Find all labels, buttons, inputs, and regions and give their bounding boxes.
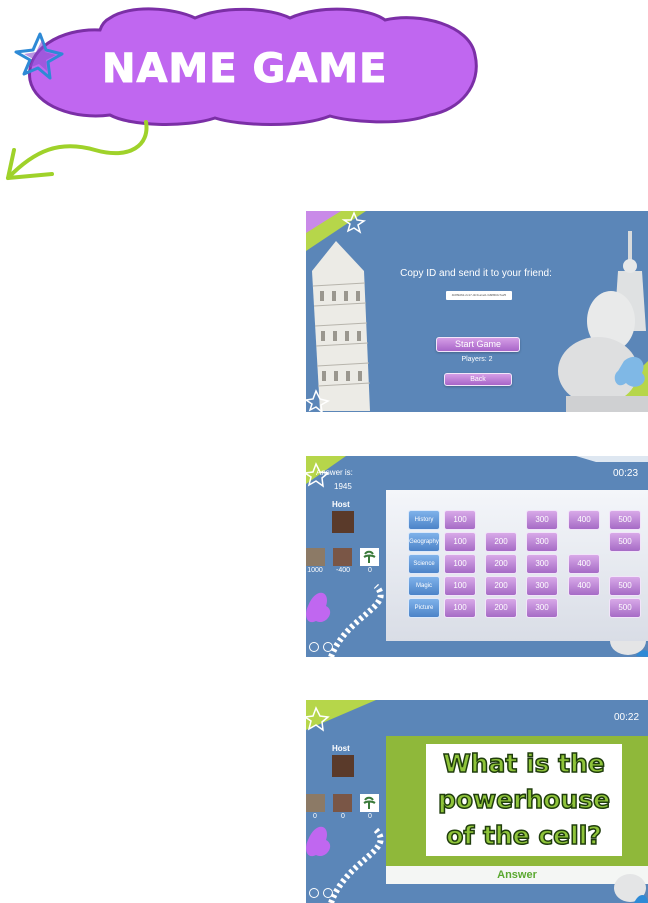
question-screen: 00:22 Host 0 0 0 What is the powerhouse … (306, 700, 648, 903)
value-tile[interactable]: 500 (609, 598, 641, 618)
value-tile[interactable]: 300 (526, 532, 558, 552)
player-score: 0 (341, 813, 345, 820)
player-avatar (360, 794, 379, 812)
value-tile[interactable]: 100 (444, 598, 476, 618)
category-picture: Picture (408, 598, 440, 618)
category-geography: Geography (408, 532, 440, 552)
player-avatar (333, 548, 352, 566)
value-tile[interactable]: 200 (485, 532, 517, 552)
value-tile[interactable]: 500 (609, 510, 641, 530)
sound-icon[interactable] (323, 888, 333, 898)
player-score: -400 (335, 567, 350, 574)
player-score: 0 (368, 813, 372, 820)
lobby-screen: Copy ID and send it to your friend: 4b8f… (306, 211, 648, 412)
category-history: History (408, 510, 440, 530)
start-game-button[interactable]: Start Game (436, 337, 520, 352)
statue-image (614, 874, 648, 903)
player-score: 0 (368, 567, 372, 574)
value-tile[interactable]: 100 (444, 532, 476, 552)
answer-label: Answer is: (316, 468, 353, 477)
host-avatar (332, 511, 354, 533)
sound-icon[interactable] (323, 642, 333, 652)
back-button[interactable]: Back (444, 373, 512, 386)
question-board: History Geography Science Magic Picture … (386, 490, 648, 641)
player-score: 0 (313, 813, 317, 820)
game-title: NAME GAME (102, 46, 387, 92)
value-tile[interactable]: 100 (444, 576, 476, 596)
question-panel: What is the powerhouse of the cell? (386, 736, 648, 866)
players-count: Players: 2 (461, 356, 493, 363)
player-avatar (306, 548, 325, 566)
value-tile[interactable]: 200 (485, 598, 517, 618)
player-avatar (360, 548, 379, 566)
value-tile[interactable]: 100 (444, 554, 476, 574)
question-text: What is the powerhouse of the cell? (437, 748, 611, 851)
tower-image (312, 241, 371, 411)
value-tile[interactable]: 300 (526, 554, 558, 574)
answer-value: 1945 (334, 482, 352, 491)
lobby-prompt: Copy ID and send it to your friend: (400, 268, 552, 279)
player-avatar (333, 794, 352, 812)
host-label: Host (332, 744, 350, 753)
question-card: What is the powerhouse of the cell? (426, 744, 622, 856)
value-tile[interactable]: 400 (568, 576, 600, 596)
board-screen: Answer is: 1945 00:23 Host 1000 -400 0 H… (306, 456, 648, 657)
pause-icon[interactable] (309, 642, 319, 652)
arrow-icon (6, 120, 149, 180)
value-tile[interactable]: 400 (568, 510, 600, 530)
category-magic: Magic (408, 576, 440, 596)
host-label: Host (332, 500, 350, 509)
value-tile[interactable]: 300 (526, 510, 558, 530)
value-tile[interactable]: 400 (568, 554, 600, 574)
value-tile[interactable]: 500 (609, 576, 641, 596)
player-score: 1000 (307, 567, 323, 574)
value-tile[interactable]: 500 (609, 532, 641, 552)
value-tile[interactable]: 300 (526, 576, 558, 596)
host-avatar (332, 755, 354, 777)
pause-icon[interactable] (309, 888, 319, 898)
value-tile[interactable]: 100 (444, 510, 476, 530)
game-id-field[interactable]: 4b8f9d62-2c17-4fc9-a1e0-3d9f8b6c7a25 (446, 291, 512, 300)
value-tile[interactable]: 300 (526, 598, 558, 618)
timer: 00:22 (614, 712, 640, 723)
value-tile[interactable]: 200 (485, 576, 517, 596)
value-tile[interactable]: 200 (485, 554, 517, 574)
timer: 00:23 (613, 468, 639, 479)
player-avatar (306, 794, 325, 812)
category-science: Science (408, 554, 440, 574)
header-banner: NAME GAME (6, 7, 478, 180)
